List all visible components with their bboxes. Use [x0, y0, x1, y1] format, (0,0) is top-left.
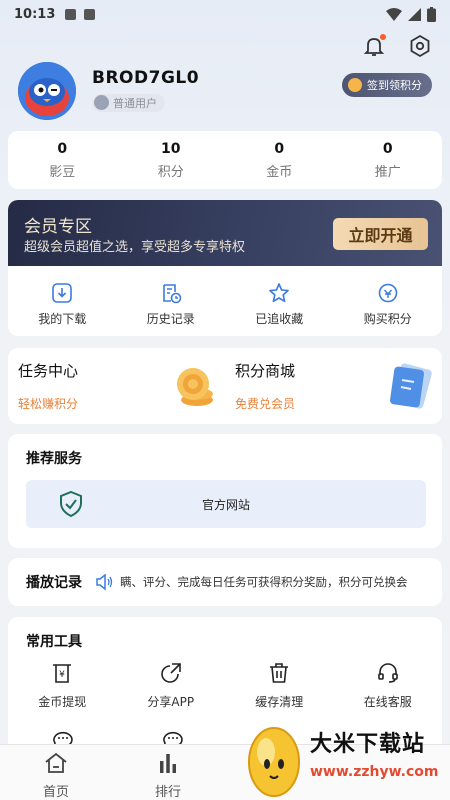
quick-label: 我的下载: [38, 312, 87, 326]
trash-icon: [270, 663, 289, 683]
task-center[interactable]: 任务中心 轻松赚积分: [8, 348, 225, 424]
quick-history[interactable]: 历史记录: [117, 266, 226, 336]
vip-banner[interactable]: 会员专区 超级会员超值之选，享受超多专享特权 立即开通: [8, 200, 442, 266]
home-icon: [45, 752, 67, 773]
share-icon: [160, 663, 181, 683]
points-mall[interactable]: 积分商城 免费兑会员: [225, 348, 442, 424]
announcement-text: 瞒、评分、完成每日任务可获得积分奖励，积分可兑换会: [120, 575, 408, 589]
quick-favorites[interactable]: 已追收藏: [225, 266, 334, 336]
tab-ranking[interactable]: 排行: [112, 745, 224, 800]
notification-dot: [380, 34, 386, 40]
quick-actions: 我的下载 历史记录 已追收藏 购买积分: [8, 266, 442, 336]
stat-value: 0: [274, 141, 285, 157]
svg-text:¥: ¥: [59, 670, 65, 680]
stats-card: 0 影豆 10 积分 0 金币 0 推广: [8, 131, 442, 189]
battery-icon: [427, 6, 436, 22]
speaker-icon: [96, 573, 113, 591]
quick-download[interactable]: 我的下载: [8, 266, 117, 336]
profile-header[interactable]: BROD7GL0 普通用户: [18, 62, 199, 120]
quick-label: 购买积分: [363, 312, 412, 326]
username: BROD7GL0: [92, 67, 200, 88]
watermark-egg-logo: [248, 727, 300, 797]
stat-label: 积分: [157, 165, 184, 180]
stat-label: 金币: [266, 165, 293, 180]
settings-icon: [410, 34, 430, 58]
vip-subtitle: 超级会员超值之选，享受超多专享特权: [24, 240, 246, 255]
recommend-title: 推荐服务: [26, 451, 82, 467]
font-icon: [84, 8, 96, 20]
signin-points-button[interactable]: 签到领积分: [342, 73, 432, 97]
play-record-bar[interactable]: 播放记录 瞒、评分、完成每日任务可获得积分奖励，积分可兑换会: [8, 558, 442, 606]
wifi-icon: [386, 7, 402, 21]
stat-movie-beans[interactable]: 0 影豆: [8, 131, 117, 189]
download-icon: [52, 283, 73, 303]
watermark-title: 大米下载站: [310, 732, 426, 757]
settings-button[interactable]: [408, 34, 432, 58]
tools-title: 常用工具: [26, 634, 82, 650]
stat-value: 0: [382, 141, 393, 157]
user-level-label: 普通用户: [113, 96, 157, 110]
gallery-icon: [65, 8, 77, 20]
tool-clear-cache[interactable]: 缓存清理: [225, 661, 334, 710]
card-icon: [390, 363, 432, 409]
site-watermark: 大米下载站 www.zzhyw.com: [238, 714, 450, 800]
star-icon: [269, 283, 290, 303]
coin-icon: [348, 78, 362, 92]
status-bar: 10:13: [0, 0, 450, 28]
signal-icon: [408, 7, 421, 21]
stat-label: 影豆: [49, 165, 76, 180]
watermark-url: www.zzhyw.com: [310, 764, 439, 780]
tool-share[interactable]: 分享APP: [117, 661, 226, 710]
tab-label: 排行: [154, 785, 181, 800]
official-site-button[interactable]: 官方网站: [26, 480, 426, 528]
stat-value: 10: [161, 141, 181, 157]
ranking-icon: [160, 754, 176, 773]
tool-label: 缓存清理: [255, 695, 304, 709]
notification-button[interactable]: [362, 34, 386, 58]
points-icon: [378, 283, 398, 303]
avatar[interactable]: [18, 62, 76, 120]
official-site-label: 官方网站: [201, 498, 250, 512]
stat-value: 0: [57, 141, 68, 157]
stat-label: 推广: [374, 165, 401, 180]
vip-title: 会员专区: [24, 217, 92, 237]
withdraw-icon: ¥: [53, 664, 72, 683]
user-level-badge: 普通用户: [92, 93, 165, 112]
play-record-title: 播放记录: [26, 575, 82, 591]
tab-home[interactable]: 首页: [0, 745, 112, 800]
stat-promotion[interactable]: 0 推广: [334, 131, 443, 189]
star-badge-icon: [94, 95, 109, 111]
task-mall-card: 任务中心 轻松赚积分 积分商城 免费兑会员: [8, 348, 442, 424]
tool-label: 分享APP: [147, 695, 195, 709]
coin-stack-icon: [177, 368, 213, 406]
tab-label: 首页: [42, 785, 69, 800]
stat-points[interactable]: 10 积分: [117, 131, 226, 189]
history-icon: [162, 284, 182, 304]
status-time: 10:13: [14, 6, 56, 22]
tool-withdraw[interactable]: ¥ 金币提现: [8, 661, 117, 710]
quick-buy-points[interactable]: 购买积分: [334, 266, 443, 336]
stat-coins[interactable]: 0 金币: [225, 131, 334, 189]
quick-label: 已追收藏: [255, 312, 304, 326]
recommend-services: 推荐服务 官方网站: [8, 434, 442, 548]
headset-icon: [377, 663, 398, 683]
quick-label: 历史记录: [146, 312, 195, 326]
tool-customer-service[interactable]: 在线客服: [334, 661, 443, 710]
top-actions: [362, 34, 432, 58]
signin-label: 签到领积分: [367, 79, 422, 92]
tool-label: 在线客服: [363, 695, 412, 709]
open-vip-button[interactable]: 立即开通: [333, 218, 428, 250]
tool-label: 金币提现: [38, 695, 87, 709]
avatar-bird-icon: [18, 62, 76, 120]
